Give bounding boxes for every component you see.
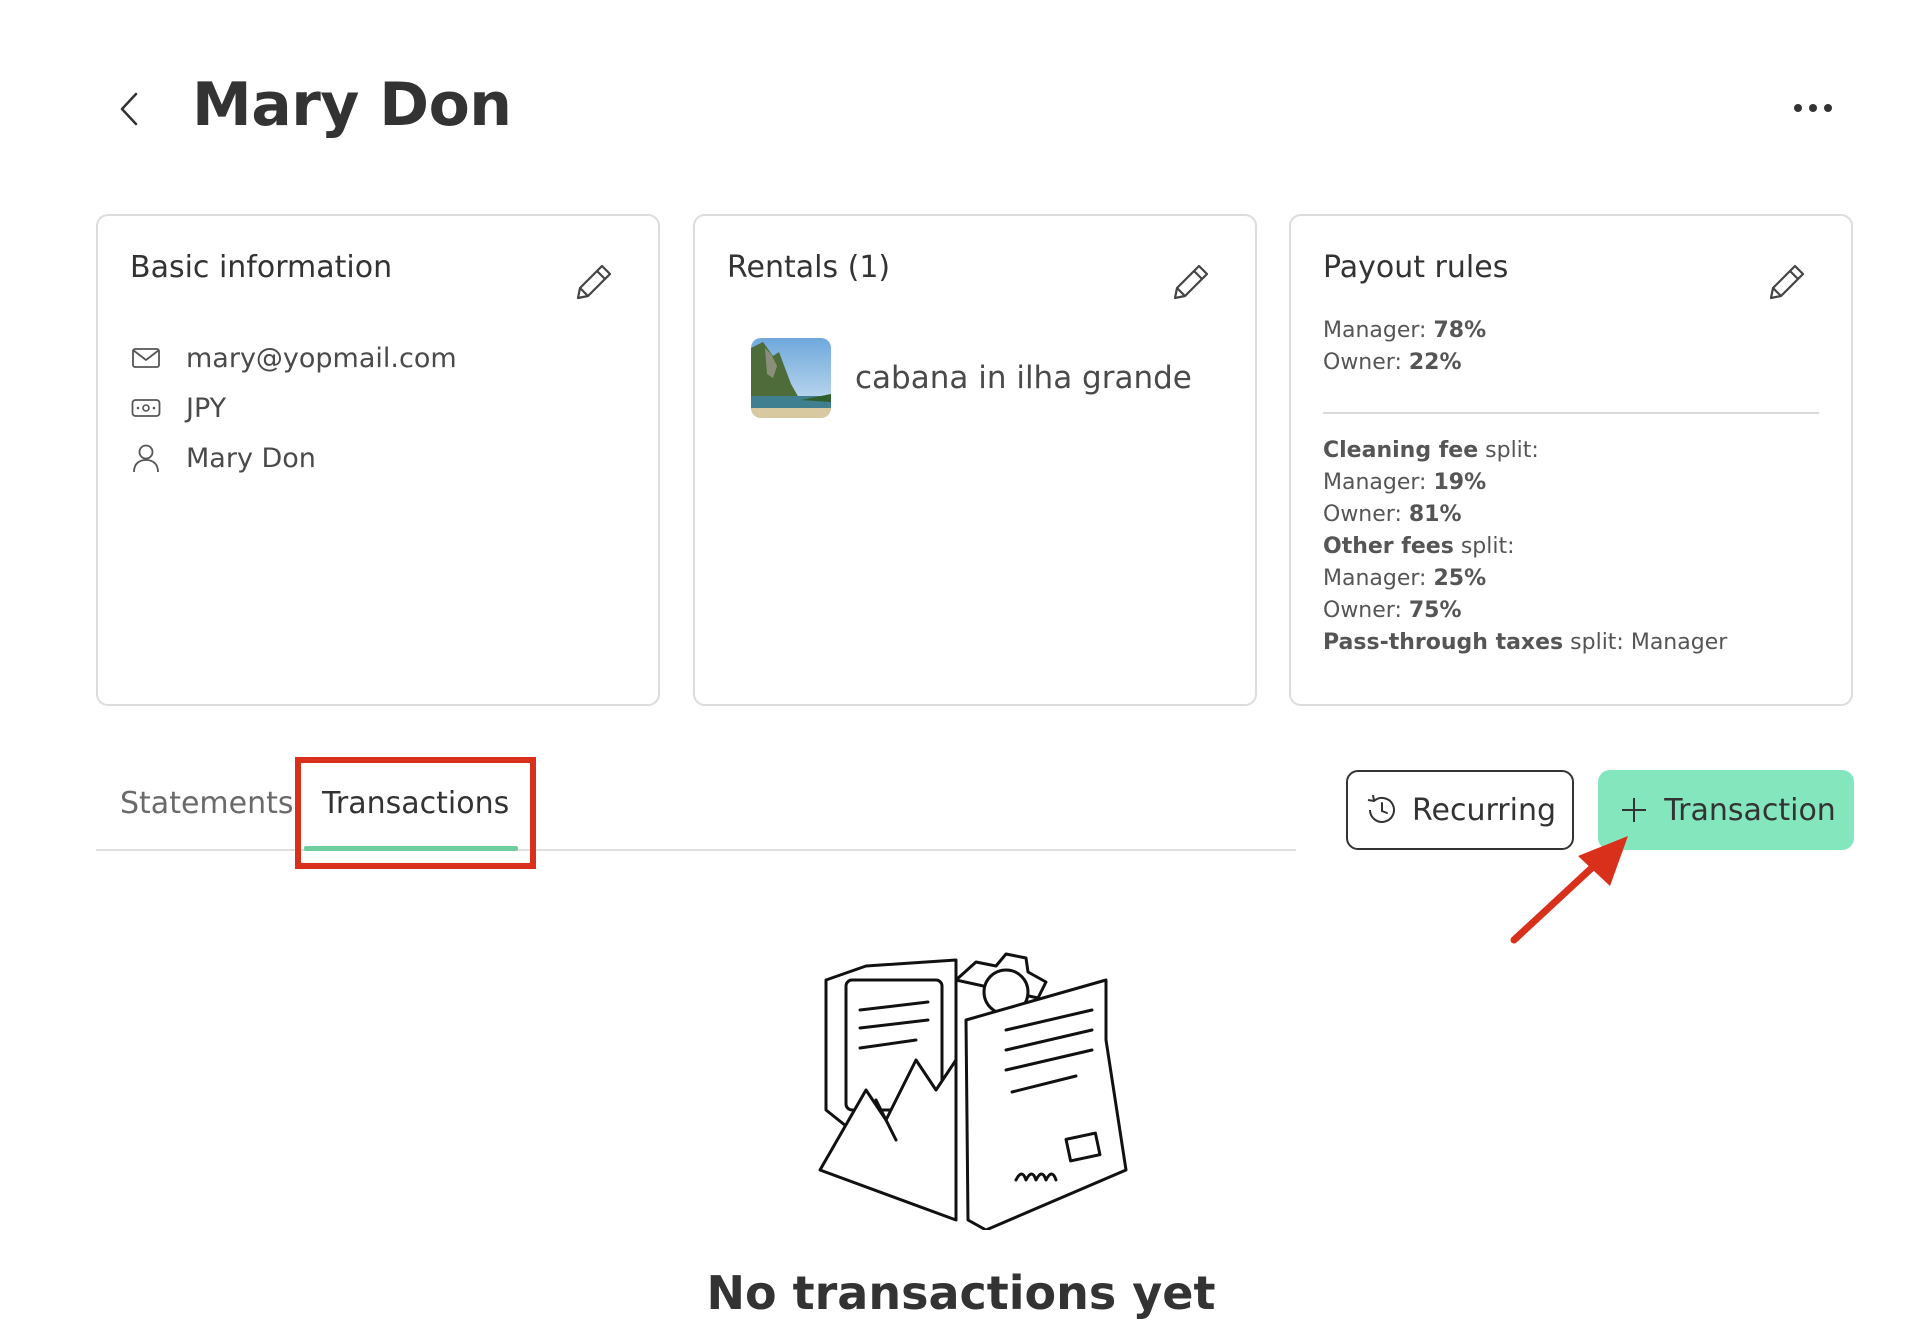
pencil-icon [1173,264,1209,300]
divider [1323,412,1819,414]
chevron-left-icon [120,92,138,126]
edit-payout-rules-button[interactable] [1763,260,1809,306]
basic-information-card: Basic information mary@yopmail.com JPY M… [96,214,660,706]
owner-detail-page: Mary Don Basic information mary@yopmail.… [0,0,1922,1328]
plus-icon [1616,792,1652,828]
cleaning-owner-line: Owner: 81% [1323,502,1462,527]
payout-owner-line: Owner: 22% [1323,350,1462,375]
email-value: mary@yopmail.com [186,342,457,374]
cleaning-fee-heading: Cleaning fee split: [1323,438,1539,463]
envelope-icon [130,342,162,374]
currency-value: JPY [186,392,227,424]
other-fees-heading: Other fees split: [1323,534,1515,559]
edit-rentals-button[interactable] [1167,260,1213,306]
currency-row: JPY [130,388,226,428]
user-icon [130,442,162,474]
more-options-button[interactable] [1790,94,1836,122]
edit-basic-info-button[interactable] [570,260,616,306]
rentals-card: Rentals (1) cabana in ilha grande [693,214,1257,706]
email-row: mary@yopmail.com [130,338,457,378]
more-horizontal-icon [1794,104,1832,112]
annotation-arrow-icon [1510,836,1628,944]
rental-name: cabana in ilha grande [855,360,1192,396]
history-icon [1364,792,1400,828]
card-title: Payout rules [1323,250,1509,285]
back-button[interactable] [112,88,148,130]
annotation-highlight-box [295,757,536,869]
pencil-icon [1769,264,1805,300]
payout-manager-line: Manager: 78% [1323,318,1487,343]
card-title: Rentals (1) [727,250,891,285]
page-title: Mary Don [192,70,512,140]
card-title: Basic information [130,250,393,285]
empty-state-title: No transactions yet [706,1266,1216,1320]
name-value: Mary Don [186,442,316,474]
cleaning-manager-line: Manager: 19% [1323,470,1487,495]
tabs-divider [96,849,1296,851]
tab-statements[interactable]: Statements [120,786,294,821]
recurring-label: Recurring [1412,792,1556,828]
banknote-icon [130,392,162,424]
empty-folder-illustration [818,952,1128,1230]
other-owner-line: Owner: 75% [1323,598,1462,623]
pass-through-taxes-line: Pass-through taxes split: Manager [1323,630,1728,655]
pencil-icon [576,264,612,300]
rental-item[interactable]: cabana in ilha grande [751,338,1192,418]
other-manager-line: Manager: 25% [1323,566,1487,591]
transaction-label: Transaction [1664,792,1836,828]
name-row: Mary Don [130,438,316,478]
payout-rules-card: Payout rules Manager: 78% Owner: 22% Cle… [1289,214,1853,706]
rental-thumbnail [751,338,831,418]
